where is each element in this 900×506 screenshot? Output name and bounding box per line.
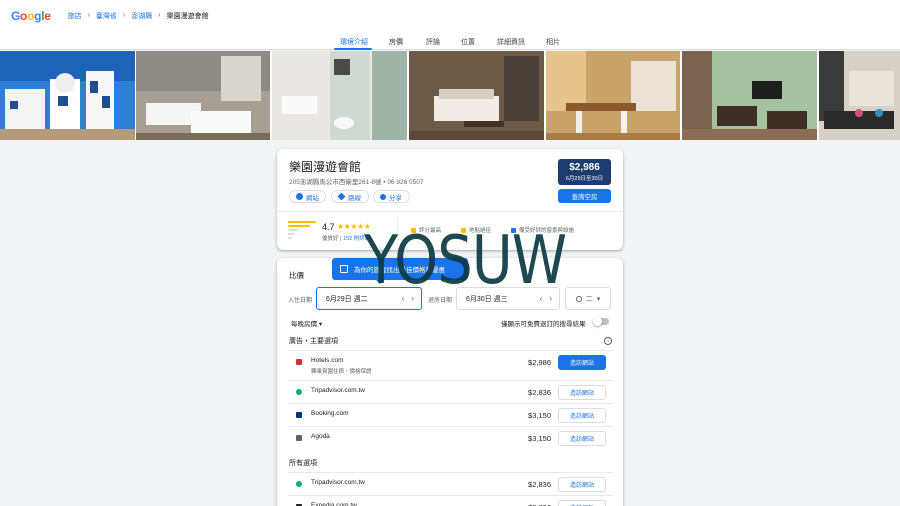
visit-site-button[interactable]: 造訪網站: [558, 477, 606, 492]
visit-site-button[interactable]: 造訪網站: [558, 431, 606, 446]
all-options-title: 所有選項: [289, 460, 317, 467]
site-logo-icon: [296, 435, 302, 441]
logo-letter: g: [34, 8, 42, 23]
offer-row[interactable]: Booking.com $3,150 造訪網站: [288, 403, 613, 425]
dropdown-arrow-icon: ▾: [596, 295, 601, 303]
photo-room-2[interactable]: [409, 51, 544, 140]
offer-row[interactable]: Expedia.com.tw$2,986造訪網站: [288, 495, 613, 506]
logo-letter: e: [44, 8, 51, 23]
google-logo[interactable]: Google: [11, 9, 51, 23]
breadcrumb-province[interactable]: 臺灣省: [96, 11, 117, 21]
tab-reviews[interactable]: 評論: [426, 37, 440, 47]
offer-price: $2,986: [528, 358, 551, 367]
photo-room-1[interactable]: [136, 51, 270, 140]
photo-gallery: [0, 51, 900, 140]
breadcrumb: 旅店 › 臺灣省 › 澎湖縣 › 樂園漫遊會館: [68, 11, 209, 21]
site-name: Agoda: [311, 433, 330, 440]
site-name: Expedia.com.tw: [311, 502, 357, 506]
nightly-label: 每晚房價: [291, 321, 317, 328]
photo-lounge[interactable]: [819, 51, 900, 140]
directions-label: 路線: [348, 194, 361, 202]
visit-site-button[interactable]: 造訪網站: [558, 385, 606, 400]
tab-details[interactable]: 詳細資訊: [497, 37, 525, 47]
nightly-price-dropdown[interactable]: 每晚房價 ▾: [291, 318, 322, 328]
share-icon: [380, 193, 386, 200]
price-badge[interactable]: $2,986 6月29日至30日: [558, 159, 611, 185]
tab-bar: 環境介紹 房價 評論 位置 詳細資訊 相片: [0, 31, 900, 50]
chevron-right-icon: ›: [158, 12, 161, 19]
info-icon[interactable]: i: [604, 337, 612, 345]
guests-value: 二: [585, 295, 593, 303]
website-label: 網站: [306, 194, 319, 202]
visit-site-button[interactable]: 造訪網站: [558, 355, 606, 370]
hotel-address: 205澎湖縣馬公市西衛里261-8號 • 06 926 0507: [289, 179, 424, 186]
site-logo-icon: [296, 389, 302, 395]
logo-letter: o: [27, 8, 35, 23]
tab-prices[interactable]: 房價: [389, 37, 403, 47]
offer-price: $3,150: [528, 411, 551, 420]
offer-price: $3,150: [528, 434, 551, 443]
share-label: 分享: [389, 194, 402, 202]
photo-living[interactable]: [682, 51, 817, 140]
check-availability-button[interactable]: 查詢空房: [558, 189, 611, 203]
photo-exterior[interactable]: [0, 51, 135, 140]
divider: [277, 211, 623, 212]
photo-bathroom[interactable]: [272, 51, 407, 140]
breadcrumb-current: 樂園漫遊會館: [166, 12, 209, 20]
checkin-label: 入住日期: [288, 298, 313, 304]
site-name: Hotels.com: [311, 357, 344, 364]
tab-overview[interactable]: 環境介紹: [340, 37, 368, 47]
lowest-price: $2,986: [569, 162, 600, 173]
site-note: 轉乘賞園住宿・價格保證: [311, 369, 372, 375]
photo-dining[interactable]: [546, 51, 680, 140]
rating-word: 優質好: [322, 236, 339, 242]
visit-site-button[interactable]: 造訪網站: [558, 408, 606, 423]
free-cancel-label: 僅顯示可免費退訂的搜尋結果: [501, 321, 586, 328]
breadcrumb-hotels[interactable]: 旅店: [68, 11, 82, 21]
site-logo-icon: [296, 359, 302, 365]
tab-location[interactable]: 位置: [461, 37, 475, 47]
offer-row[interactable]: Tripadvisor.com.tw $2,836 造訪網站: [288, 380, 613, 402]
sponsored-title: 廣告・主要選項: [289, 338, 338, 345]
top-bar: Google 旅店 › 臺灣省 › 澎湖縣 › 樂園漫遊會館: [0, 0, 900, 31]
globe-icon: [296, 193, 303, 200]
share-button[interactable]: 分享: [373, 190, 410, 203]
logo-letter: o: [20, 8, 28, 23]
breadcrumb-county[interactable]: 澎湖縣: [131, 11, 152, 21]
rating-value: 4.7: [322, 222, 335, 232]
person-icon: [575, 295, 582, 302]
active-tab-indicator: [334, 48, 372, 50]
site-logo-icon: [296, 412, 302, 418]
guests-selector[interactable]: 二 ▾: [565, 287, 611, 310]
price-dates: 6月29日至30日: [565, 176, 604, 182]
offer-price: $2,836: [528, 480, 551, 489]
hotel-name: 樂園漫遊會館: [289, 160, 362, 174]
offer-row[interactable]: Tripadvisor.com.tw $2,836 造訪網站: [288, 472, 613, 494]
site-name: Tripadvisor.com.tw: [311, 479, 365, 486]
prices-title: 比價: [289, 271, 304, 280]
free-cancel-toggle[interactable]: [593, 317, 609, 326]
rating-histogram: [288, 221, 316, 241]
logo-letter: G: [11, 8, 21, 23]
offer-row[interactable]: Hotels.com 轉乘賞園住宿・價格保證 $2,986 造訪網站: [288, 350, 613, 375]
dropdown-arrow-icon: ▾: [318, 321, 323, 328]
chevron-right-icon: ›: [87, 12, 90, 19]
site-logo-icon: [296, 481, 302, 487]
directions-button[interactable]: 路線: [331, 190, 369, 203]
checkin-date-value: 6月29日 週二: [326, 295, 368, 303]
chevron-right-icon: ›: [122, 12, 126, 19]
website-button[interactable]: 網站: [289, 190, 326, 203]
calendar-icon: [340, 265, 348, 273]
site-name: Tripadvisor.com.tw: [311, 387, 365, 394]
directions-icon: [337, 192, 346, 201]
watermark: YOSUW: [364, 222, 567, 300]
site-name: Booking.com: [311, 410, 349, 417]
offer-row[interactable]: Agoda $3,150 造訪網站: [288, 426, 613, 448]
visit-site-button[interactable]: 造訪網站: [558, 500, 606, 506]
rating-summary: 優質好 | 152 則評論: [322, 236, 371, 242]
tab-photos[interactable]: 相片: [546, 37, 560, 47]
offer-price: $2,836: [528, 388, 551, 397]
